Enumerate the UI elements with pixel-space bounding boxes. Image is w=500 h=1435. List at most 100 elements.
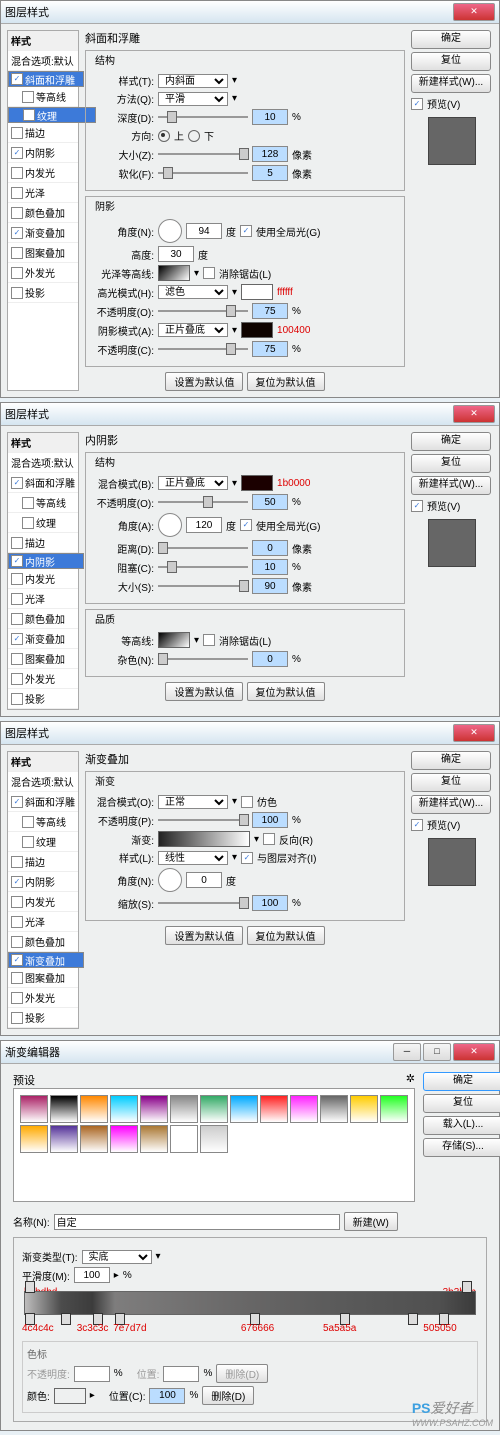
checkbox[interactable]: [22, 517, 34, 529]
preset-swatch[interactable]: [230, 1095, 258, 1123]
dropdown-icon[interactable]: ▾: [232, 325, 237, 336]
preset-swatch[interactable]: [110, 1095, 138, 1123]
checkbox[interactable]: [11, 187, 23, 199]
style-item[interactable]: 描边: [8, 852, 78, 872]
dropdown-icon[interactable]: ▾: [232, 852, 237, 863]
param-input[interactable]: [252, 540, 288, 556]
style-item[interactable]: 纹理: [8, 832, 78, 852]
style-item[interactable]: 内发光: [8, 892, 78, 912]
style-item[interactable]: ✓内阴影: [8, 143, 78, 163]
opacity-stop[interactable]: [462, 1281, 472, 1293]
dropdown-icon[interactable]: ▾: [194, 635, 199, 646]
style-item[interactable]: 等高线: [8, 87, 78, 107]
style-item[interactable]: ✓内阴影: [8, 553, 84, 569]
color-swatch[interactable]: [241, 284, 273, 300]
param-input[interactable]: [252, 559, 288, 575]
new-style-button[interactable]: 新建样式(W)...: [411, 476, 491, 495]
style-item[interactable]: 投影: [8, 1008, 78, 1028]
param-input[interactable]: [186, 872, 222, 888]
checkbox[interactable]: ✓: [240, 519, 252, 531]
checkbox[interactable]: ✓: [11, 633, 23, 645]
style-item[interactable]: 图案叠加: [8, 649, 78, 669]
new-button[interactable]: 新建(W): [344, 1212, 398, 1231]
param-select[interactable]: 线性: [158, 851, 228, 865]
checkbox[interactable]: [11, 856, 23, 868]
param-slider[interactable]: [158, 348, 248, 350]
preset-swatch[interactable]: [50, 1095, 78, 1123]
ok-button[interactable]: 确定: [411, 751, 491, 770]
param-input[interactable]: [252, 303, 288, 319]
style-item[interactable]: 纹理: [8, 107, 96, 123]
checkbox[interactable]: [11, 267, 23, 279]
checkbox[interactable]: [11, 287, 23, 299]
checkbox[interactable]: [22, 497, 34, 509]
checkbox[interactable]: ✓: [241, 852, 253, 864]
titlebar[interactable]: 图层样式 ✕: [1, 722, 499, 745]
checkbox[interactable]: [11, 167, 23, 179]
angle-dial[interactable]: [158, 219, 182, 243]
ok-button[interactable]: 确定: [411, 432, 491, 451]
style-item[interactable]: ✓渐变叠加: [8, 629, 78, 649]
dropdown-icon[interactable]: ▾: [194, 268, 199, 279]
checkbox[interactable]: ✓: [11, 796, 23, 808]
preview-checkbox[interactable]: ✓: [411, 98, 423, 110]
checkbox[interactable]: [11, 593, 23, 605]
checkbox[interactable]: [11, 207, 23, 219]
param-input[interactable]: [252, 812, 288, 828]
preset-swatch[interactable]: [320, 1095, 348, 1123]
style-item[interactable]: 光泽: [8, 183, 78, 203]
param-input[interactable]: [252, 109, 288, 125]
param-slider[interactable]: [158, 116, 248, 118]
preset-swatch[interactable]: [260, 1095, 288, 1123]
checkbox[interactable]: [11, 916, 23, 928]
type-select[interactable]: 实底: [82, 1250, 152, 1264]
dropdown-icon[interactable]: ▾: [232, 287, 237, 298]
close-icon[interactable]: ✕: [453, 724, 495, 742]
contour-picker[interactable]: [158, 265, 190, 281]
cancel-button[interactable]: 复位: [423, 1094, 500, 1113]
param-input[interactable]: [252, 494, 288, 510]
checkbox[interactable]: [11, 972, 23, 984]
save-button[interactable]: 存储(S)...: [423, 1138, 500, 1157]
pos-input[interactable]: [149, 1388, 185, 1404]
make-default-button[interactable]: 设置为默认值: [165, 372, 243, 391]
gear-icon[interactable]: ✲: [406, 1072, 415, 1085]
style-item[interactable]: 描边: [8, 123, 78, 143]
make-default-button[interactable]: 设置为默认值: [165, 926, 243, 945]
style-item[interactable]: 外发光: [8, 263, 78, 283]
dropdown-icon[interactable]: ▾: [254, 834, 259, 845]
param-slider[interactable]: [158, 172, 248, 174]
preset-swatch[interactable]: [290, 1095, 318, 1123]
titlebar[interactable]: 图层样式 ✕: [1, 1, 499, 24]
checkbox[interactable]: [11, 613, 23, 625]
delete-button[interactable]: 删除(D): [202, 1386, 254, 1405]
angle-dial[interactable]: [158, 513, 182, 537]
param-slider[interactable]: [158, 585, 248, 587]
checkbox[interactable]: ✓: [11, 477, 23, 489]
param-select[interactable]: 正片叠底: [158, 476, 228, 490]
preset-swatch[interactable]: [140, 1125, 168, 1153]
style-item[interactable]: ✓斜面和浮雕: [8, 792, 78, 812]
param-slider[interactable]: [158, 547, 248, 549]
load-button[interactable]: 载入(L)...: [423, 1116, 500, 1135]
close-icon[interactable]: ✕: [453, 3, 495, 21]
cancel-button[interactable]: 复位: [411, 52, 491, 71]
preview-checkbox[interactable]: ✓: [411, 819, 423, 831]
param-slider[interactable]: [158, 658, 248, 660]
checkbox[interactable]: [11, 1012, 23, 1024]
style-item[interactable]: 颜色叠加: [8, 609, 78, 629]
param-slider[interactable]: [158, 819, 248, 821]
opacity-stop[interactable]: [25, 1281, 35, 1293]
preset-swatch[interactable]: [50, 1125, 78, 1153]
style-item[interactable]: 图案叠加: [8, 968, 78, 988]
param-input[interactable]: [252, 651, 288, 667]
style-item[interactable]: 外发光: [8, 669, 78, 689]
param-slider[interactable]: [158, 566, 248, 568]
style-item[interactable]: 颜色叠加: [8, 932, 78, 952]
dropdown-icon[interactable]: ▸: [90, 1390, 95, 1401]
checkbox[interactable]: [11, 653, 23, 665]
param-input[interactable]: [186, 517, 222, 533]
ok-button[interactable]: 确定: [423, 1072, 500, 1091]
radio[interactable]: [188, 130, 200, 142]
checkbox[interactable]: [203, 267, 215, 279]
